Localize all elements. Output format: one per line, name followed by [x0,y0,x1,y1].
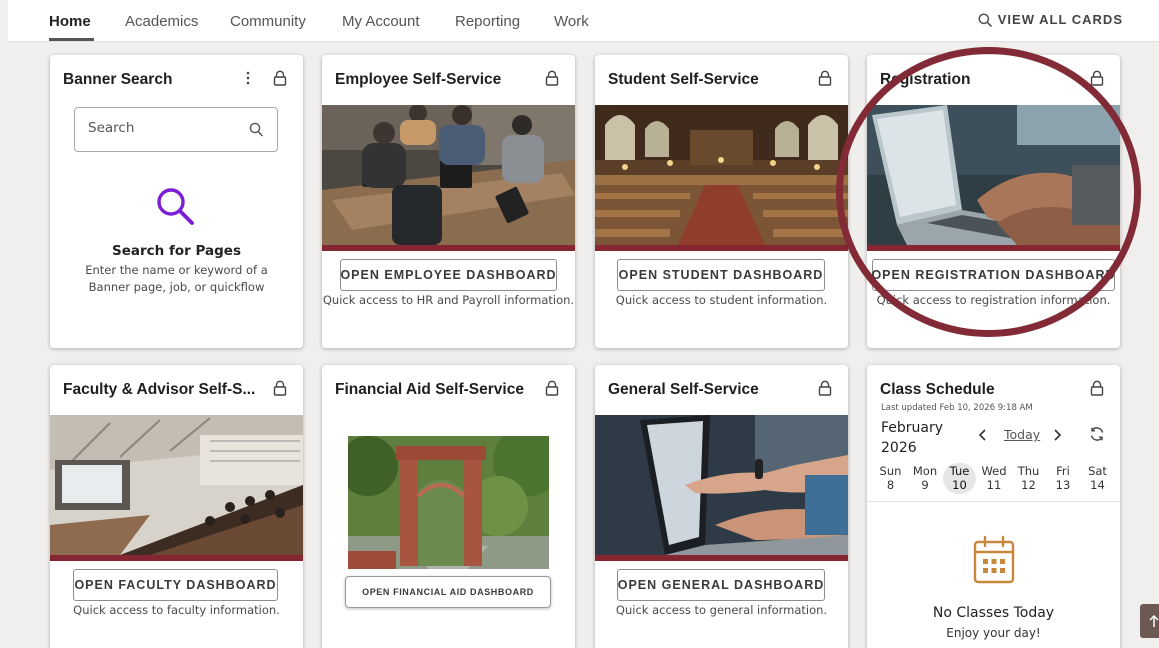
view-all-cards-button[interactable]: VIEW ALL CARDS [978,12,1123,27]
back-to-top-button[interactable] [1140,604,1159,638]
open-general-dashboard-button[interactable]: OPEN GENERAL DASHBOARD [617,569,825,601]
card-accent-bar [595,245,848,251]
registration-card-image [867,105,1120,245]
financial-aid-self-service-card: Financial Aid Self-Service OPEN FINANCIA… [322,365,575,648]
day-tue-selected[interactable]: Tue 10 [943,463,976,494]
top-navigation: Home Academics Community My Account Repo… [8,0,1159,42]
last-updated-text: Last updated Feb 10, 2026 9:18 AM [881,403,1033,413]
lock-icon[interactable] [273,380,287,396]
open-employee-dashboard-button[interactable]: OPEN EMPLOYEE DASHBOARD [340,259,557,291]
tab-community[interactable]: Community [230,13,306,30]
financial-aid-card-image [348,436,549,569]
card-title: Faculty & Advisor Self-S... [63,381,256,398]
chevron-right-icon[interactable] [1052,428,1062,442]
no-classes-subtitle: Enjoy your day! [946,626,1041,640]
card-accent-bar [322,245,575,251]
open-financial-aid-dashboard-button[interactable]: OPEN FINANCIAL AID DASHBOARD [345,576,551,608]
class-schedule-card: Class Schedule Last updated Feb 10, 2026… [867,365,1120,648]
chevron-left-icon[interactable] [978,428,988,442]
tab-reporting[interactable]: Reporting [455,13,520,30]
view-all-cards-label: VIEW ALL CARDS [997,12,1123,27]
card-accent-bar [595,555,848,561]
week-day-strip: Sun 8 Mon 9 Tue 10 Wed 11 Thu 12 Fri 13 Sat 14 [874,463,1114,494]
lock-icon[interactable] [818,380,832,396]
card-description: Quick access to general information. [615,603,828,617]
card-title: Registration [880,71,971,88]
lock-icon[interactable] [1090,380,1104,396]
card-description: Quick access to registration information… [876,293,1111,307]
refresh-icon[interactable] [1089,426,1105,442]
lock-icon[interactable] [545,70,559,86]
open-student-dashboard-button[interactable]: OPEN STUDENT DASHBOARD [617,259,825,291]
calendar-icon [973,535,1015,584]
divider [867,501,1120,502]
kebab-menu-icon[interactable] [245,71,251,85]
active-tab-indicator [49,38,94,41]
day-fri[interactable]: Fri 13 [1047,463,1080,494]
lock-icon[interactable] [273,70,287,86]
general-card-image [595,415,848,555]
card-title: Class Schedule [880,381,995,398]
lock-icon[interactable] [545,380,559,396]
employee-card-image [322,105,575,245]
faculty-card-image [50,415,303,555]
card-description: Quick access to student information. [615,293,828,307]
search-input[interactable] [88,120,238,136]
open-registration-dashboard-button[interactable]: OPEN REGISTRATION DASHBOARD [871,259,1115,291]
day-sat[interactable]: Sat 14 [1081,463,1114,494]
search-for-pages-heading: Search for Pages [112,243,241,259]
card-description: Quick access to faculty information. [73,603,280,617]
general-self-service-card: General Self-Service OPEN GENERAL DASHBO… [595,365,848,648]
day-mon[interactable]: Mon 9 [909,463,942,494]
calendar-year: 2026 [881,440,917,456]
card-title: Employee Self-Service [335,71,502,88]
arrow-up-icon [1149,614,1159,627]
employee-self-service-card: Employee Self-Service OPEN EMPLOYEE DASH… [322,55,575,348]
day-thu[interactable]: Thu 12 [1012,463,1045,494]
card-title: Financial Aid Self-Service [335,381,524,398]
calendar-month-year: February 2026 [881,418,943,458]
no-classes-title: No Classes Today [932,605,1055,621]
search-icon[interactable] [249,122,263,137]
banner-search-card: Banner Search Search for Pages Enter the… [50,55,303,348]
card-title: General Self-Service [608,381,759,398]
tab-my-account[interactable]: My Account [342,13,420,30]
card-description: Quick access to HR and Payroll informati… [322,293,575,307]
search-pages-icon [157,188,194,225]
tab-work[interactable]: Work [554,13,589,30]
card-title: Banner Search [63,71,173,88]
card-accent-bar [867,245,1120,251]
search-icon [978,12,992,27]
banner-search-field [74,107,278,152]
search-for-pages-description: Enter the name or keyword of a Banner pa… [85,263,268,294]
student-card-image [595,105,848,245]
day-sun[interactable]: Sun 8 [874,463,907,494]
registration-card: Registration OPEN REGISTRATION DASHBOARD… [867,55,1120,348]
day-wed[interactable]: Wed 11 [978,463,1011,494]
tab-home[interactable]: Home [49,13,91,30]
tab-academics[interactable]: Academics [125,13,198,30]
calendar-month: February [881,420,944,436]
faculty-advisor-self-service-card: Faculty & Advisor Self-S... OPEN FACULTY… [50,365,303,648]
lock-icon[interactable] [1090,70,1104,86]
open-faculty-dashboard-button[interactable]: OPEN FACULTY DASHBOARD [73,569,278,601]
today-link[interactable]: Today [1004,427,1040,442]
card-title: Student Self-Service [608,71,759,88]
student-self-service-card: Student Self-Service OPEN STUDENT DASHBO… [595,55,848,348]
card-accent-bar [50,555,303,561]
lock-icon[interactable] [818,70,832,86]
